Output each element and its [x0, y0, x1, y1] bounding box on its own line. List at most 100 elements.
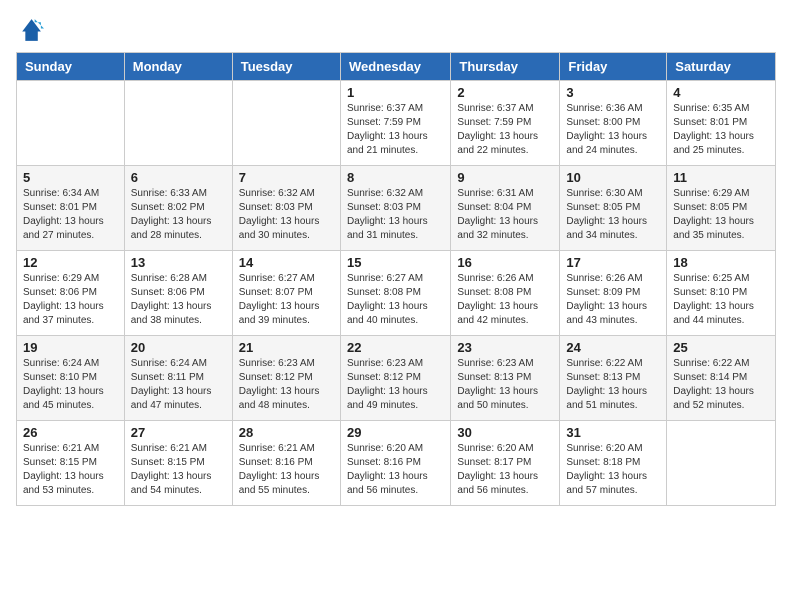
- calendar-cell: 31 Sunrise: 6:20 AM Sunset: 8:18 PM Dayli…: [560, 421, 667, 506]
- day-info: Sunrise: 6:29 AM Sunset: 8:06 PM Dayligh…: [23, 272, 118, 328]
- calendar-week-2: 5 Sunrise: 6:34 AM Sunset: 8:01 PM Daylig…: [17, 166, 776, 251]
- calendar-cell: 1 Sunrise: 6:37 AM Sunset: 7:59 PM Daylig…: [340, 81, 450, 166]
- day-number: 22: [347, 340, 444, 355]
- calendar-cell: 24 Sunrise: 6:22 AM Sunset: 8:13 PM Dayli…: [560, 336, 667, 421]
- calendar-cell: [667, 421, 776, 506]
- calendar-cell: 26 Sunrise: 6:21 AM Sunset: 8:15 PM Dayli…: [17, 421, 125, 506]
- calendar-cell: 14 Sunrise: 6:27 AM Sunset: 8:07 PM Dayli…: [232, 251, 340, 336]
- day-info: Sunrise: 6:33 AM Sunset: 8:02 PM Dayligh…: [131, 187, 226, 243]
- day-info: Sunrise: 6:30 AM Sunset: 8:05 PM Dayligh…: [566, 187, 660, 243]
- day-number: 30: [457, 425, 553, 440]
- day-info: Sunrise: 6:26 AM Sunset: 8:08 PM Dayligh…: [457, 272, 553, 328]
- calendar-week-1: 1 Sunrise: 6:37 AM Sunset: 7:59 PM Daylig…: [17, 81, 776, 166]
- day-info: Sunrise: 6:31 AM Sunset: 8:04 PM Dayligh…: [457, 187, 553, 243]
- day-info: Sunrise: 6:29 AM Sunset: 8:05 PM Dayligh…: [673, 187, 769, 243]
- day-info: Sunrise: 6:36 AM Sunset: 8:00 PM Dayligh…: [566, 102, 660, 158]
- calendar-cell: 21 Sunrise: 6:23 AM Sunset: 8:12 PM Dayli…: [232, 336, 340, 421]
- calendar-cell: 13 Sunrise: 6:28 AM Sunset: 8:06 PM Dayli…: [124, 251, 232, 336]
- weekday-header-thursday: Thursday: [451, 53, 560, 81]
- calendar-cell: 29 Sunrise: 6:20 AM Sunset: 8:16 PM Dayli…: [340, 421, 450, 506]
- day-info: Sunrise: 6:27 AM Sunset: 8:07 PM Dayligh…: [239, 272, 334, 328]
- day-info: Sunrise: 6:23 AM Sunset: 8:12 PM Dayligh…: [347, 357, 444, 413]
- calendar-cell: 30 Sunrise: 6:20 AM Sunset: 8:17 PM Dayli…: [451, 421, 560, 506]
- day-info: Sunrise: 6:26 AM Sunset: 8:09 PM Dayligh…: [566, 272, 660, 328]
- calendar-cell: 5 Sunrise: 6:34 AM Sunset: 8:01 PM Daylig…: [17, 166, 125, 251]
- day-info: Sunrise: 6:20 AM Sunset: 8:17 PM Dayligh…: [457, 442, 553, 498]
- day-info: Sunrise: 6:22 AM Sunset: 8:14 PM Dayligh…: [673, 357, 769, 413]
- day-info: Sunrise: 6:34 AM Sunset: 8:01 PM Dayligh…: [23, 187, 118, 243]
- calendar-cell: 4 Sunrise: 6:35 AM Sunset: 8:01 PM Daylig…: [667, 81, 776, 166]
- calendar-week-5: 26 Sunrise: 6:21 AM Sunset: 8:15 PM Dayli…: [17, 421, 776, 506]
- calendar-cell: 10 Sunrise: 6:30 AM Sunset: 8:05 PM Dayli…: [560, 166, 667, 251]
- day-number: 16: [457, 255, 553, 270]
- weekday-header-friday: Friday: [560, 53, 667, 81]
- calendar-week-3: 12 Sunrise: 6:29 AM Sunset: 8:06 PM Dayli…: [17, 251, 776, 336]
- day-info: Sunrise: 6:37 AM Sunset: 7:59 PM Dayligh…: [347, 102, 444, 158]
- day-number: 18: [673, 255, 769, 270]
- day-number: 12: [23, 255, 118, 270]
- day-number: 28: [239, 425, 334, 440]
- day-info: Sunrise: 6:21 AM Sunset: 8:15 PM Dayligh…: [131, 442, 226, 498]
- page-header: [16, 16, 776, 44]
- day-info: Sunrise: 6:27 AM Sunset: 8:08 PM Dayligh…: [347, 272, 444, 328]
- calendar-cell: 11 Sunrise: 6:29 AM Sunset: 8:05 PM Dayli…: [667, 166, 776, 251]
- day-info: Sunrise: 6:20 AM Sunset: 8:18 PM Dayligh…: [566, 442, 660, 498]
- weekday-header-wednesday: Wednesday: [340, 53, 450, 81]
- logo-icon: [16, 16, 44, 44]
- weekday-header-tuesday: Tuesday: [232, 53, 340, 81]
- day-number: 13: [131, 255, 226, 270]
- calendar-cell: 8 Sunrise: 6:32 AM Sunset: 8:03 PM Daylig…: [340, 166, 450, 251]
- day-info: Sunrise: 6:21 AM Sunset: 8:15 PM Dayligh…: [23, 442, 118, 498]
- day-number: 26: [23, 425, 118, 440]
- day-number: 25: [673, 340, 769, 355]
- day-number: 21: [239, 340, 334, 355]
- day-number: 14: [239, 255, 334, 270]
- weekday-header-monday: Monday: [124, 53, 232, 81]
- day-info: Sunrise: 6:21 AM Sunset: 8:16 PM Dayligh…: [239, 442, 334, 498]
- day-number: 10: [566, 170, 660, 185]
- calendar-cell: 20 Sunrise: 6:24 AM Sunset: 8:11 PM Dayli…: [124, 336, 232, 421]
- calendar-cell: 16 Sunrise: 6:26 AM Sunset: 8:08 PM Dayli…: [451, 251, 560, 336]
- day-number: 31: [566, 425, 660, 440]
- day-number: 20: [131, 340, 226, 355]
- day-number: 5: [23, 170, 118, 185]
- logo: [16, 16, 48, 44]
- calendar-cell: 28 Sunrise: 6:21 AM Sunset: 8:16 PM Dayli…: [232, 421, 340, 506]
- day-number: 4: [673, 85, 769, 100]
- calendar-table: SundayMondayTuesdayWednesdayThursdayFrid…: [16, 52, 776, 506]
- day-number: 1: [347, 85, 444, 100]
- day-info: Sunrise: 6:32 AM Sunset: 8:03 PM Dayligh…: [347, 187, 444, 243]
- calendar-week-4: 19 Sunrise: 6:24 AM Sunset: 8:10 PM Dayli…: [17, 336, 776, 421]
- calendar-cell: 9 Sunrise: 6:31 AM Sunset: 8:04 PM Daylig…: [451, 166, 560, 251]
- day-number: 27: [131, 425, 226, 440]
- day-info: Sunrise: 6:23 AM Sunset: 8:13 PM Dayligh…: [457, 357, 553, 413]
- day-info: Sunrise: 6:24 AM Sunset: 8:10 PM Dayligh…: [23, 357, 118, 413]
- calendar-cell: 25 Sunrise: 6:22 AM Sunset: 8:14 PM Dayli…: [667, 336, 776, 421]
- day-info: Sunrise: 6:24 AM Sunset: 8:11 PM Dayligh…: [131, 357, 226, 413]
- day-info: Sunrise: 6:23 AM Sunset: 8:12 PM Dayligh…: [239, 357, 334, 413]
- weekday-header-sunday: Sunday: [17, 53, 125, 81]
- day-info: Sunrise: 6:28 AM Sunset: 8:06 PM Dayligh…: [131, 272, 226, 328]
- day-number: 8: [347, 170, 444, 185]
- day-number: 29: [347, 425, 444, 440]
- calendar-cell: [232, 81, 340, 166]
- calendar-cell: 27 Sunrise: 6:21 AM Sunset: 8:15 PM Dayli…: [124, 421, 232, 506]
- calendar-cell: 3Sunrise: 6:36 AM Sunset: 8:00 PM Daylig…: [560, 81, 667, 166]
- day-info: Sunrise: 6:35 AM Sunset: 8:01 PM Dayligh…: [673, 102, 769, 158]
- day-number: 15: [347, 255, 444, 270]
- day-info: Sunrise: 6:32 AM Sunset: 8:03 PM Dayligh…: [239, 187, 334, 243]
- day-number: 19: [23, 340, 118, 355]
- day-info: Sunrise: 6:37 AM Sunset: 7:59 PM Dayligh…: [457, 102, 553, 158]
- day-number: 9: [457, 170, 553, 185]
- day-number: 11: [673, 170, 769, 185]
- day-number: 24: [566, 340, 660, 355]
- calendar-cell: [17, 81, 125, 166]
- day-number: 6: [131, 170, 226, 185]
- day-info: Sunrise: 6:22 AM Sunset: 8:13 PM Dayligh…: [566, 357, 660, 413]
- calendar-cell: 2Sunrise: 6:37 AM Sunset: 7:59 PM Daylig…: [451, 81, 560, 166]
- calendar-cell: 6 Sunrise: 6:33 AM Sunset: 8:02 PM Daylig…: [124, 166, 232, 251]
- day-number: 23: [457, 340, 553, 355]
- calendar-cell: 23 Sunrise: 6:23 AM Sunset: 8:13 PM Dayli…: [451, 336, 560, 421]
- day-info: Sunrise: 6:20 AM Sunset: 8:16 PM Dayligh…: [347, 442, 444, 498]
- calendar-cell: 17Sunrise: 6:26 AM Sunset: 8:09 PM Dayli…: [560, 251, 667, 336]
